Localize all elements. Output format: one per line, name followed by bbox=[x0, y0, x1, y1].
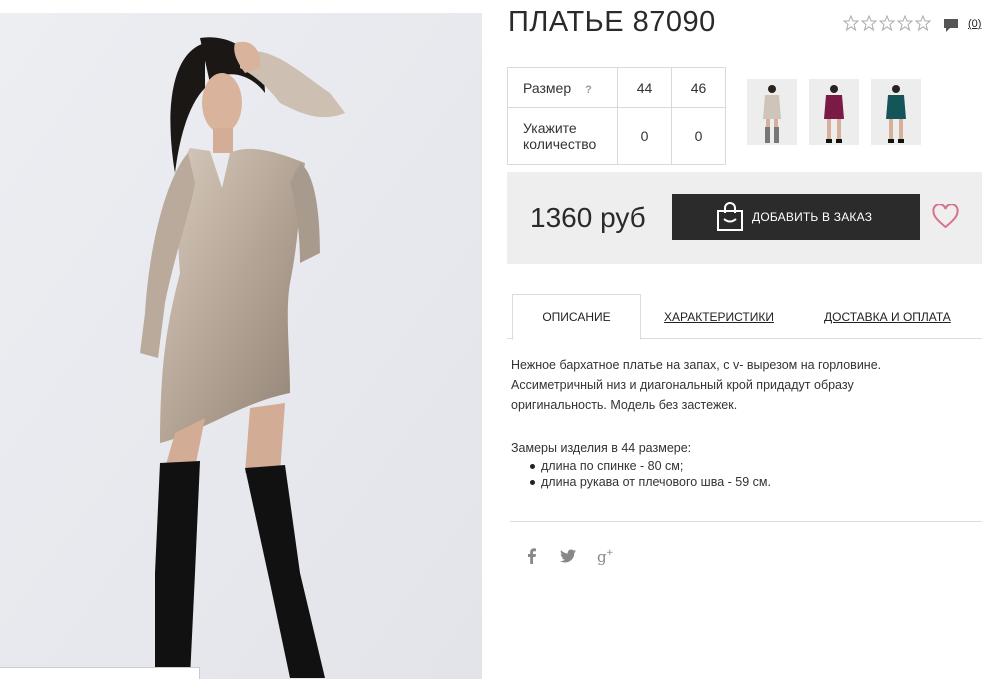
quantity-input-44[interactable]: 0 bbox=[617, 107, 672, 165]
twitter-icon[interactable] bbox=[559, 547, 577, 565]
size-label: Размер bbox=[523, 79, 572, 96]
facebook-icon[interactable] bbox=[523, 547, 541, 565]
thumb-burgundy[interactable] bbox=[809, 79, 859, 145]
size-table: Размер? 44 46 Укажите количество 0 0 bbox=[507, 67, 726, 165]
product-tabs: ОПИСАНИЕ ХАРАКТЕРИСТИКИ ДОСТАВКА И ОПЛАТ… bbox=[507, 294, 982, 340]
star-icon[interactable] bbox=[879, 15, 895, 31]
description-line: Ассиметричный низ и диагональный крой пр… bbox=[511, 378, 854, 392]
shopping-bag-icon bbox=[717, 202, 743, 231]
product-main-photo[interactable] bbox=[0, 13, 482, 679]
thumb-teal[interactable] bbox=[871, 79, 921, 145]
measurements-title: Замеры изделия в 44 размере: bbox=[511, 441, 692, 455]
quantity-label-line2: количество bbox=[523, 136, 597, 152]
status-url-tip bbox=[0, 667, 200, 679]
size-label-cell: Размер? bbox=[507, 67, 618, 108]
star-icon[interactable] bbox=[843, 15, 859, 31]
heart-icon[interactable] bbox=[932, 204, 959, 229]
star-icon[interactable] bbox=[915, 15, 931, 31]
comment-icon[interactable] bbox=[943, 17, 959, 33]
quantity-label-line1: Укажите bbox=[523, 120, 577, 136]
description-line: Нежное бархатное платье на запах, с v- в… bbox=[511, 358, 882, 372]
comment-count-link[interactable]: (0) bbox=[968, 18, 981, 30]
size-help-icon[interactable]: ? bbox=[585, 84, 592, 96]
divider bbox=[510, 521, 982, 522]
rating-stars[interactable] bbox=[843, 15, 931, 31]
google-plus-icon[interactable]: g + bbox=[597, 547, 615, 565]
quantity-input-46[interactable]: 0 bbox=[671, 107, 726, 165]
tab-description[interactable]: ОПИСАНИЕ bbox=[512, 294, 641, 340]
tab-characteristics[interactable]: ХАРАКТЕРИСТИКИ bbox=[664, 294, 774, 339]
thumb-beige[interactable] bbox=[747, 79, 797, 145]
description-line: оригинальность. Модель без застежек. bbox=[511, 398, 738, 412]
price: 1360 руб bbox=[530, 202, 646, 233]
star-icon[interactable] bbox=[861, 15, 877, 31]
measurements-list: длина по спинке - 80 см; длина рукава от… bbox=[511, 458, 951, 490]
product-title: ПЛАТЬЕ 87090 bbox=[508, 6, 716, 38]
description-text: Нежное бархатное платье на запах, с v- в… bbox=[511, 355, 951, 415]
size-44[interactable]: 44 bbox=[617, 67, 672, 108]
quantity-label-cell: Укажите количество bbox=[507, 107, 618, 165]
add-to-order-button[interactable]: ДОБАВИТЬ В ЗАКАЗ bbox=[672, 194, 920, 240]
list-item: длина рукава от плечового шва - 59 см. bbox=[511, 474, 951, 490]
star-icon[interactable] bbox=[897, 15, 913, 31]
add-to-order-label: ДОБАВИТЬ В ЗАКАЗ bbox=[752, 210, 873, 224]
tab-delivery-payment[interactable]: ДОСТАВКА И ОПЛАТА bbox=[824, 294, 951, 339]
size-46[interactable]: 46 bbox=[671, 67, 726, 108]
price-box: 1360 руб ДОБАВИТЬ В ЗАКАЗ bbox=[507, 172, 982, 264]
svg-text:+: + bbox=[606, 548, 614, 558]
measurements: Замеры изделия в 44 размере: длина по сп… bbox=[511, 439, 951, 490]
list-item: длина по спинке - 80 см; bbox=[511, 458, 951, 474]
